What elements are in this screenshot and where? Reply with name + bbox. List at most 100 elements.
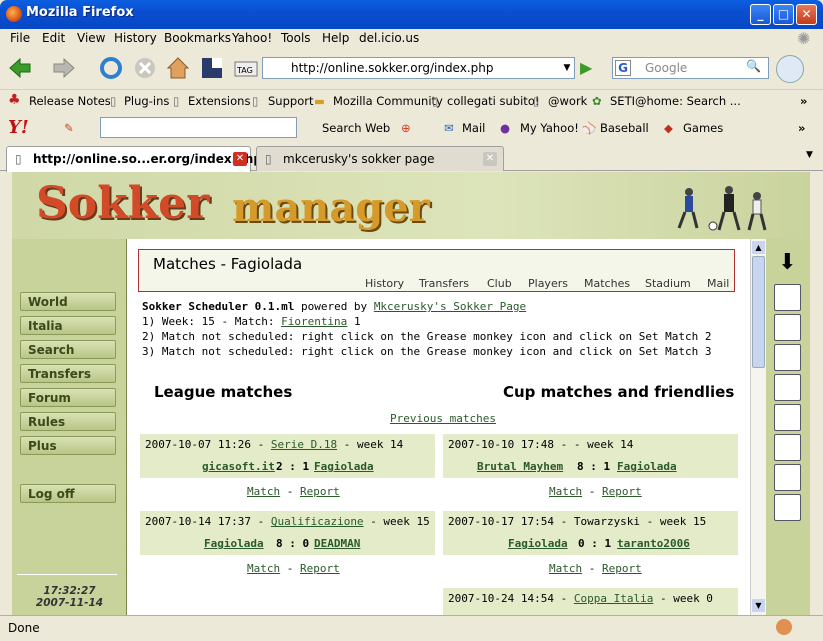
match-link[interactable]: Match	[549, 485, 582, 498]
away-team-link[interactable]: DEADMAN	[314, 537, 360, 550]
greasemonkey-icon[interactable]	[776, 619, 792, 635]
my-yahoo-button[interactable]: My Yahoo!	[520, 121, 579, 135]
close-tab-icon[interactable]: ✕	[233, 152, 247, 166]
tab-list-icon[interactable]: ▼	[806, 150, 813, 160]
home-team-link[interactable]: Brutal Mayhem	[477, 460, 563, 473]
bookmark-seti[interactable]: SETI@home: Search ...	[610, 94, 741, 108]
mail-icon[interactable]	[774, 494, 801, 521]
away-team-link[interactable]: taranto2006	[617, 537, 690, 550]
powered-link[interactable]: Mkcerusky's Sokker Page	[374, 300, 526, 313]
menu-delicious[interactable]: del.icio.us	[359, 31, 419, 45]
competition-link[interactable]: Coppa Italia	[574, 592, 653, 605]
subnav-club[interactable]: Club	[487, 277, 512, 290]
ie-tab-icon[interactable]	[776, 55, 804, 83]
search-magnifier-icon[interactable]: 🔍	[746, 59, 766, 77]
player-icon[interactable]	[774, 314, 801, 341]
away-team-link[interactable]: Fagiolada	[314, 460, 374, 473]
pencil-icon[interactable]: ✎	[64, 121, 74, 135]
match-link[interactable]: Match	[247, 485, 280, 498]
competition-link[interactable]: Serie D.18	[271, 438, 337, 451]
menu-edit[interactable]: Edit	[42, 31, 65, 45]
tab-mkcerusky[interactable]: ▯ mkcerusky's sokker page ✕	[256, 146, 504, 171]
menu-bookmarks[interactable]: Bookmarks	[164, 31, 231, 45]
page-scrollbar[interactable]: ▲ ▼	[750, 239, 766, 615]
nav-search[interactable]: Search	[20, 340, 116, 359]
report-link[interactable]: Report	[300, 562, 340, 575]
menu-history[interactable]: History	[114, 31, 157, 45]
nav-forum[interactable]: Forum	[20, 388, 116, 407]
trophy-icon[interactable]	[774, 374, 801, 401]
mail-button[interactable]: Mail	[462, 121, 485, 135]
scroll-up-icon[interactable]: ▲	[752, 241, 765, 254]
menu-tools[interactable]: Tools	[281, 31, 311, 45]
subnav-stadium[interactable]: Stadium	[645, 277, 691, 290]
yahoo-overflow-icon[interactable]: »	[798, 121, 805, 135]
nav-world[interactable]: World	[20, 292, 116, 311]
bookmark-extensions[interactable]: Extensions	[188, 94, 250, 108]
subnav-players[interactable]: Players	[528, 277, 568, 290]
yahoo-logo-icon[interactable]: Y!	[8, 117, 29, 138]
stop-icon[interactable]	[131, 54, 159, 82]
nav-transfers[interactable]: Transfers	[20, 364, 116, 383]
tab-sokker[interactable]: ▯ http://online.so...er.org/index.php ✕	[6, 146, 262, 172]
bookmark-page-icon[interactable]	[198, 54, 226, 82]
bookmark-work[interactable]: @work	[548, 94, 587, 108]
menu-yahoo[interactable]: Yahoo!	[232, 31, 272, 45]
competition-link[interactable]: Qualificazione	[271, 515, 364, 528]
close-button[interactable]: ✕	[796, 4, 817, 25]
subnav-matches[interactable]: Matches	[584, 277, 630, 290]
bookmark-support[interactable]: Support	[268, 94, 313, 108]
arrow-down-icon[interactable]: ⬇	[774, 250, 801, 277]
report-link[interactable]: Report	[602, 485, 642, 498]
tactics-icon[interactable]	[774, 404, 801, 431]
bookmark-collegati[interactable]: collegati subito!	[447, 94, 539, 108]
yahoo-search-input[interactable]	[100, 117, 297, 138]
home-team-link[interactable]: Fagiolada	[508, 537, 568, 550]
shirt-icon[interactable]	[774, 284, 801, 311]
tag-icon[interactable]: TAG	[232, 54, 260, 82]
baseball-button[interactable]: Baseball	[600, 121, 649, 135]
stadium-icon[interactable]	[774, 434, 801, 461]
url-bar[interactable]: http://online.sokker.org/index.php ▼	[262, 57, 575, 79]
report-link[interactable]: Report	[602, 562, 642, 575]
previous-matches-link[interactable]: Previous matches	[390, 412, 496, 425]
home-team-link[interactable]: gicasoft.it	[202, 460, 275, 473]
bookmark-plugins[interactable]: Plug-ins	[124, 94, 169, 108]
home-team-link[interactable]: Fagiolada	[204, 537, 264, 550]
go-button[interactable]: ▶	[580, 58, 600, 78]
nav-plus[interactable]: Plus	[20, 436, 116, 455]
pitch-icon[interactable]	[774, 344, 801, 371]
away-team-link[interactable]: Fagiolada	[617, 460, 677, 473]
subnav-mail[interactable]: Mail	[707, 277, 729, 290]
back-button[interactable]	[6, 54, 34, 82]
home-icon[interactable]	[164, 54, 192, 82]
maximize-button[interactable]: □	[773, 4, 794, 25]
reload-icon[interactable]	[97, 54, 125, 82]
scroll-down-icon[interactable]: ▼	[752, 599, 765, 612]
menu-view[interactable]: View	[77, 31, 105, 45]
scroll-thumb[interactable]	[752, 256, 765, 368]
minimize-button[interactable]: _	[750, 4, 771, 25]
crosshair-icon[interactable]: ⊕	[401, 121, 411, 135]
url-dropdown-icon[interactable]: ▼	[560, 58, 574, 78]
bookmark-release-notes[interactable]: Release Notes	[29, 94, 111, 108]
games-button[interactable]: Games	[683, 121, 723, 135]
subnav-history[interactable]: History	[365, 277, 404, 290]
google-icon[interactable]: G	[615, 60, 631, 76]
forward-button[interactable]	[50, 54, 78, 82]
nav-rules[interactable]: Rules	[20, 412, 116, 431]
subnav-transfers[interactable]: Transfers	[419, 277, 469, 290]
menu-file[interactable]: File	[10, 31, 30, 45]
logoff-button[interactable]: Log off	[20, 484, 116, 503]
search-input[interactable]: G Google 🔍	[612, 57, 769, 79]
line1-team-link[interactable]: Fiorentina	[281, 315, 347, 328]
bookmarks-overflow-icon[interactable]: »	[800, 94, 807, 108]
close-tab-icon[interactable]: ✕	[483, 152, 497, 166]
match-link[interactable]: Match	[247, 562, 280, 575]
nav-italia[interactable]: Italia	[20, 316, 116, 335]
match-link[interactable]: Match	[549, 562, 582, 575]
report-link[interactable]: Report	[300, 485, 340, 498]
menu-help[interactable]: Help	[322, 31, 349, 45]
phone-icon[interactable]	[774, 464, 801, 491]
bookmark-mozilla-community[interactable]: Mozilla Community	[333, 94, 443, 108]
